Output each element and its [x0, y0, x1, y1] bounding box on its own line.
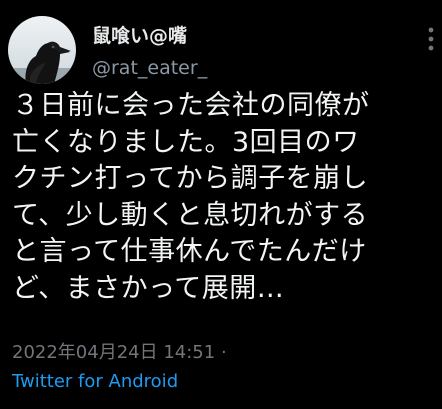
author-info: 鼠喰い@嘴 @rat_eater_	[92, 24, 207, 80]
tweet-source-link[interactable]: Twitter for Android	[12, 370, 178, 394]
tweet-text-line: ３日前に会った会社の同僚が	[12, 90, 370, 121]
tweet-text-line: ど、まさかって展開…	[12, 272, 285, 304]
more-dots-icon	[428, 27, 434, 51]
tweet-text-line: て、少し動くと息切れがする	[12, 199, 369, 231]
tweet-timestamp[interactable]: 2022年04月24日 14:51	[12, 342, 215, 363]
author-handle[interactable]: @rat_eater_	[92, 56, 207, 80]
tweet-text-line: と言って仕事休んでたんだけ	[12, 236, 367, 267]
author-display-name[interactable]: 鼠喰い@嘴	[92, 24, 207, 48]
crow-avatar-icon	[8, 16, 76, 84]
more-options-button[interactable]	[424, 24, 438, 54]
meta-separator: ·	[220, 342, 227, 363]
tweet: 鼠喰い@嘴 @rat_eater_ ３日前に会った会社の同僚が 亡くなりました。…	[0, 0, 442, 409]
tweet-text-line: クチン打ってから調子を崩し	[12, 163, 369, 194]
avatar[interactable]	[8, 16, 76, 84]
tweet-text: ３日前に会った会社の同僚が 亡くなりました。3回目のワ クチン打ってから調子を崩…	[12, 88, 440, 307]
tweet-text-line: 亡くなりました。3回目のワ	[12, 126, 360, 158]
tweet-meta: 2022年04月24日 14:51 ·	[12, 341, 227, 365]
